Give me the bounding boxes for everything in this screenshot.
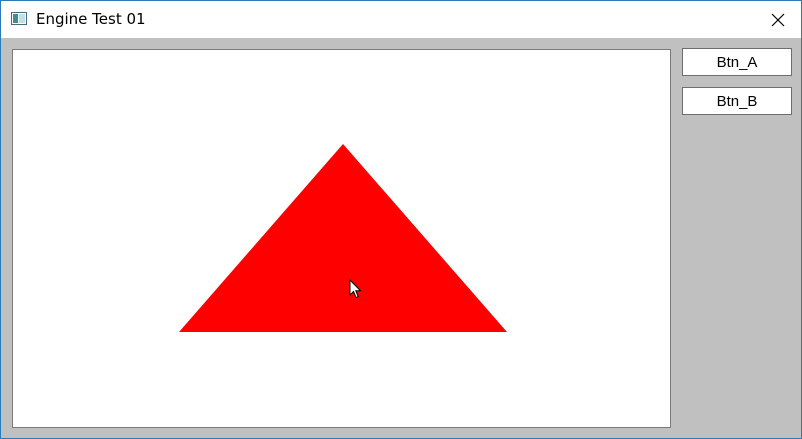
btn-b-button[interactable]: Btn_B bbox=[682, 87, 792, 115]
close-button[interactable] bbox=[755, 1, 801, 38]
btn-b-label: Btn_B bbox=[716, 92, 758, 110]
red-triangle bbox=[179, 144, 507, 332]
render-canvas[interactable] bbox=[12, 49, 671, 428]
render-surface bbox=[179, 144, 507, 332]
app-window: Engine Test 01 Btn_A Btn_B bbox=[0, 0, 802, 439]
btn-a-label: Btn_A bbox=[716, 53, 758, 71]
window-title: Engine Test 01 bbox=[36, 10, 146, 28]
window-app-icon bbox=[11, 12, 27, 25]
client-area: Btn_A Btn_B bbox=[1, 38, 801, 438]
arrow-cursor-icon bbox=[349, 279, 362, 299]
title-bar[interactable]: Engine Test 01 bbox=[1, 1, 801, 38]
btn-a-button[interactable]: Btn_A bbox=[682, 48, 792, 76]
close-icon bbox=[771, 13, 785, 26]
